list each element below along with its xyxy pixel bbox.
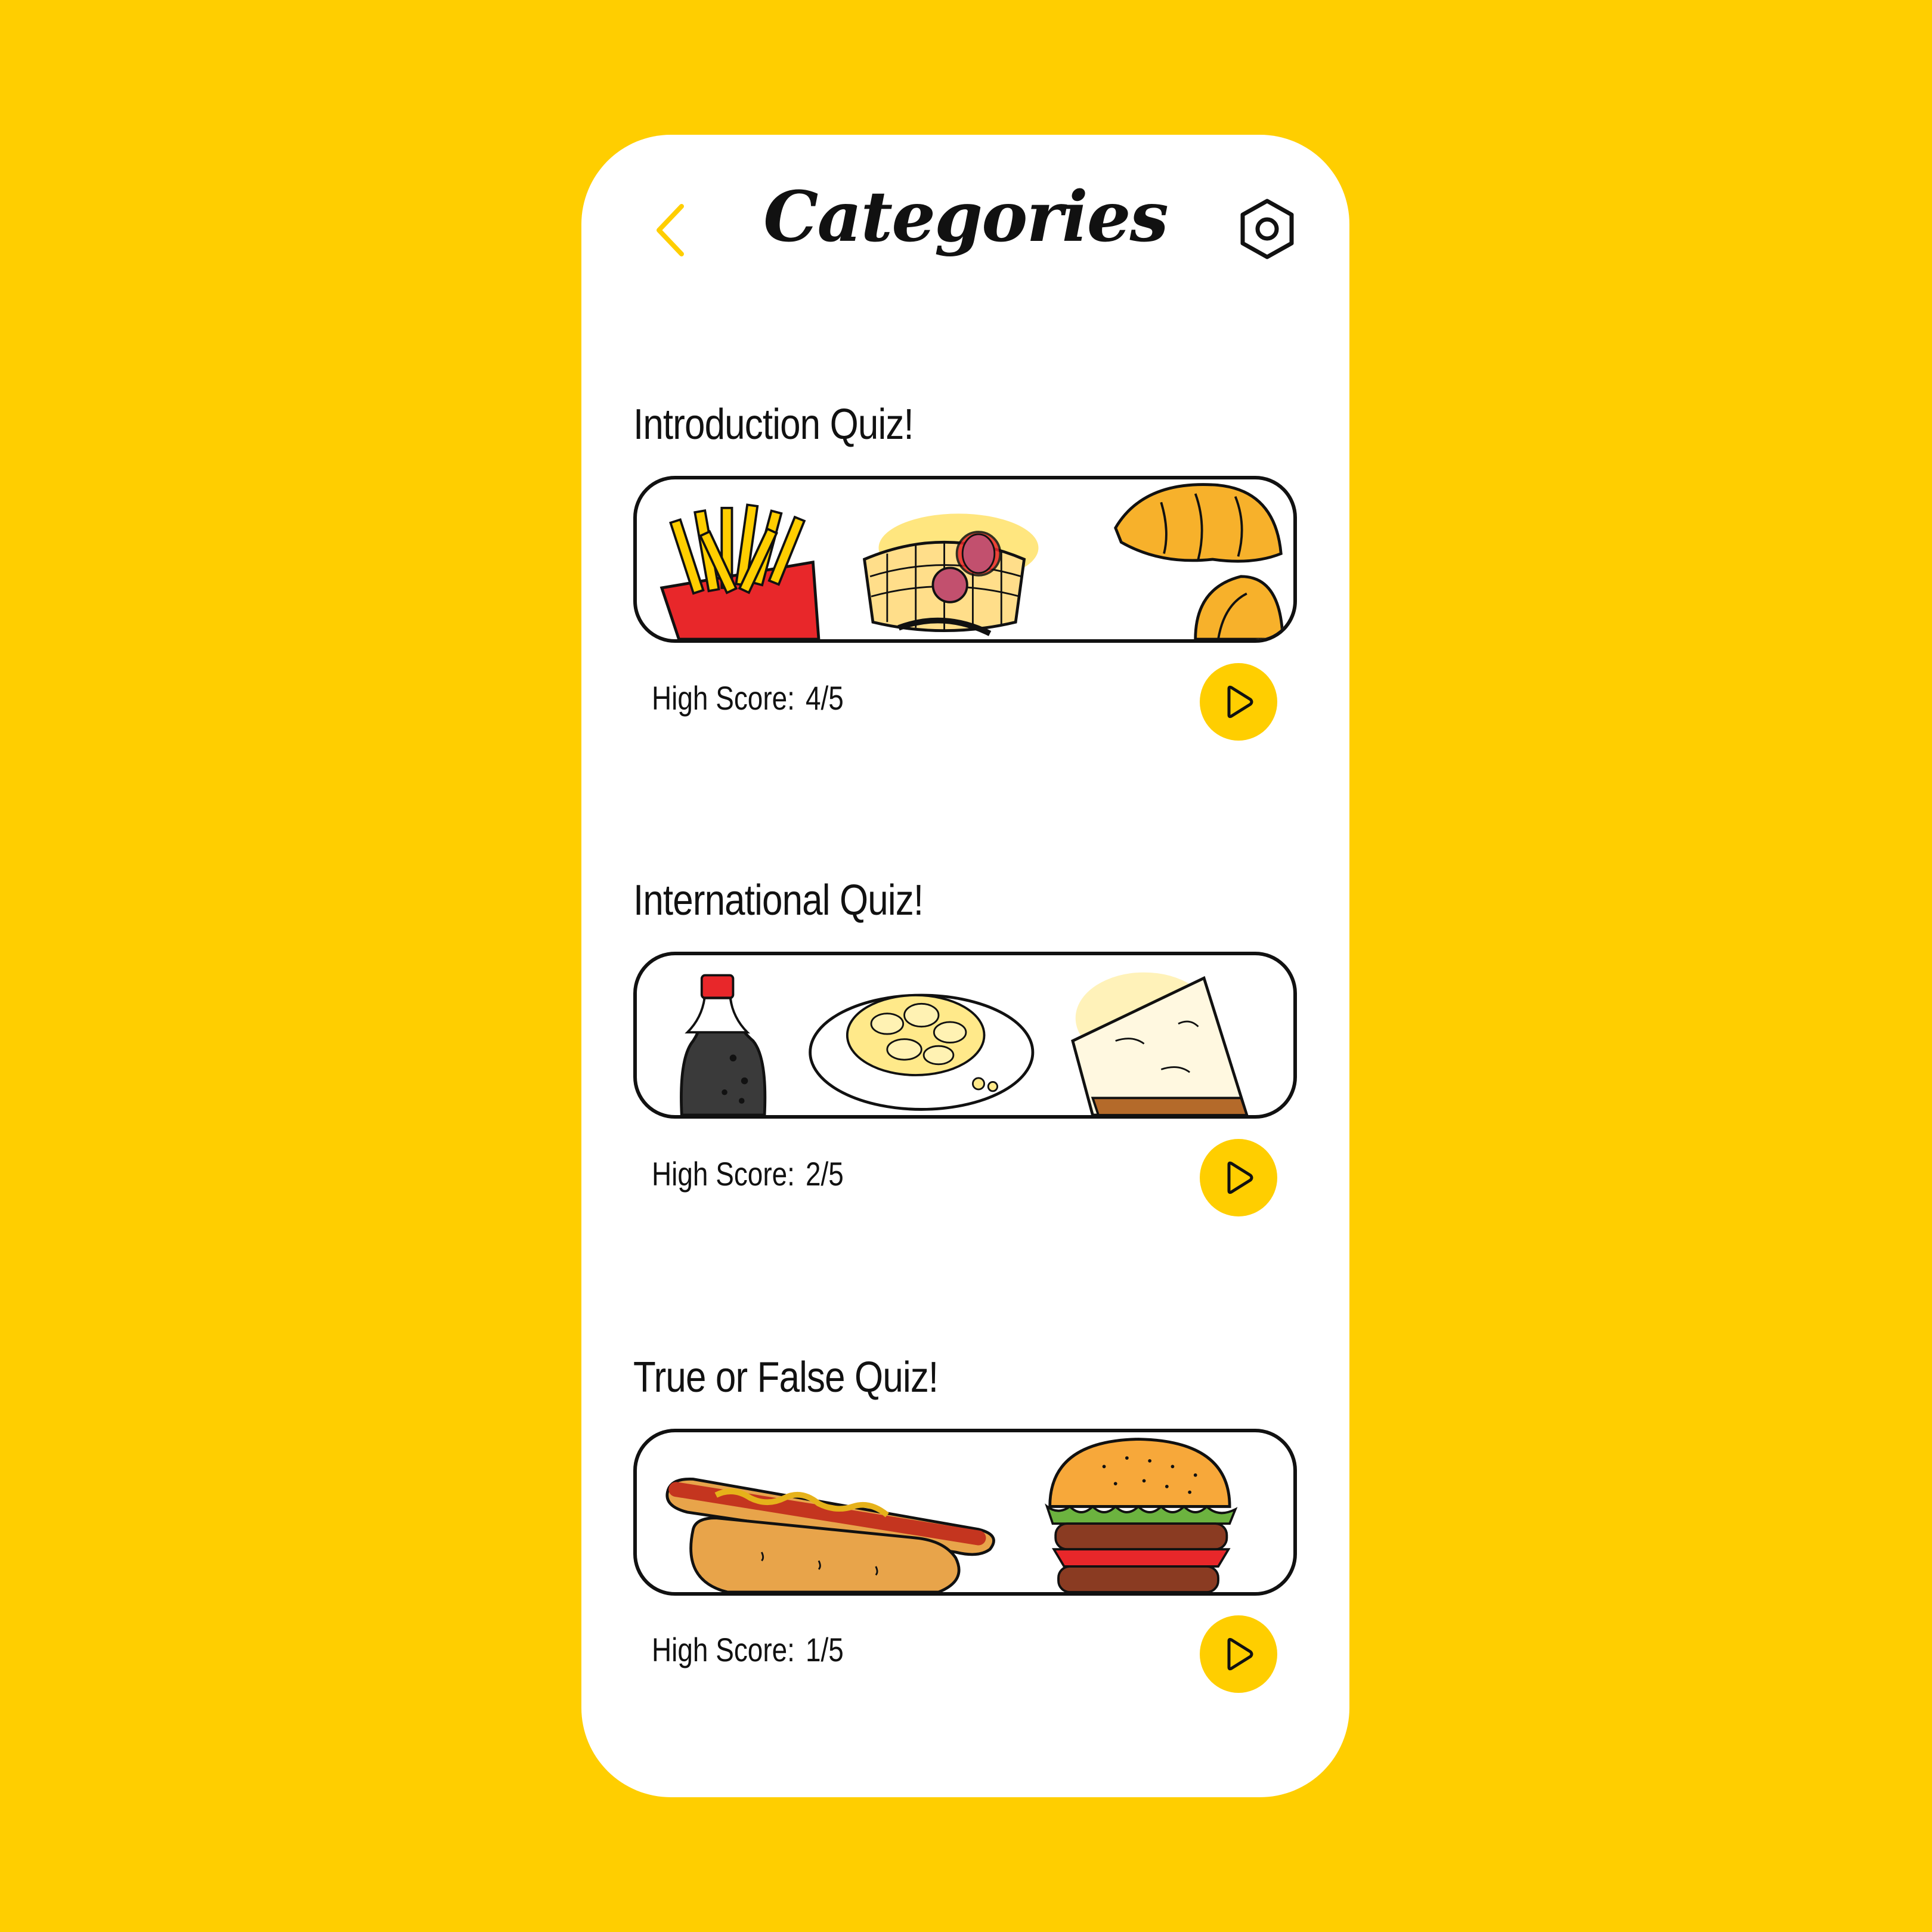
phone-screen: Categories Introduction Quiz! High Score… xyxy=(581,135,1349,1797)
high-score-value: 4/5 xyxy=(805,679,844,717)
hexagon-settings-icon xyxy=(1240,199,1294,259)
category-banner-true-or-false[interactable] xyxy=(633,1429,1297,1596)
fries-illustration xyxy=(660,503,821,639)
high-score-label: High Score: xyxy=(652,1631,795,1668)
category-banner-introduction[interactable] xyxy=(633,476,1297,643)
croissant-illustration xyxy=(1114,483,1284,639)
high-score-label: High Score: xyxy=(652,679,795,717)
category-title-true-or-false: True or False Quiz! xyxy=(633,1354,939,1401)
food-illustration xyxy=(680,972,1249,1115)
soda-bottle-illustration xyxy=(680,974,767,1115)
play-button-true-or-false[interactable] xyxy=(1200,1615,1277,1693)
pasta-plate-illustration xyxy=(809,993,1035,1111)
high-score: High Score: 4/5 xyxy=(652,679,844,717)
high-score-value: 1/5 xyxy=(805,1631,844,1668)
play-icon xyxy=(1227,1637,1253,1671)
play-icon xyxy=(1227,685,1253,719)
burger-illustration xyxy=(1045,1438,1238,1592)
high-score: High Score: 2/5 xyxy=(652,1154,844,1193)
play-button-introduction[interactable] xyxy=(1200,663,1277,741)
waffles-illustration xyxy=(862,513,1039,636)
high-score-label: High Score: xyxy=(652,1155,795,1193)
play-button-international[interactable] xyxy=(1200,1139,1277,1216)
food-illustration xyxy=(660,483,1284,639)
food-illustration xyxy=(665,1438,1238,1592)
high-score: High Score: 1/5 xyxy=(652,1630,844,1669)
category-title-international: International Quiz! xyxy=(633,877,924,924)
cheesecake-illustration xyxy=(1071,972,1249,1115)
category-title-introduction: Introduction Quiz! xyxy=(633,401,914,448)
category-banner-international[interactable] xyxy=(633,952,1297,1119)
settings-button[interactable] xyxy=(1231,193,1303,265)
hotdog-illustration xyxy=(665,1478,995,1592)
play-icon xyxy=(1227,1161,1253,1194)
high-score-value: 2/5 xyxy=(805,1155,844,1193)
